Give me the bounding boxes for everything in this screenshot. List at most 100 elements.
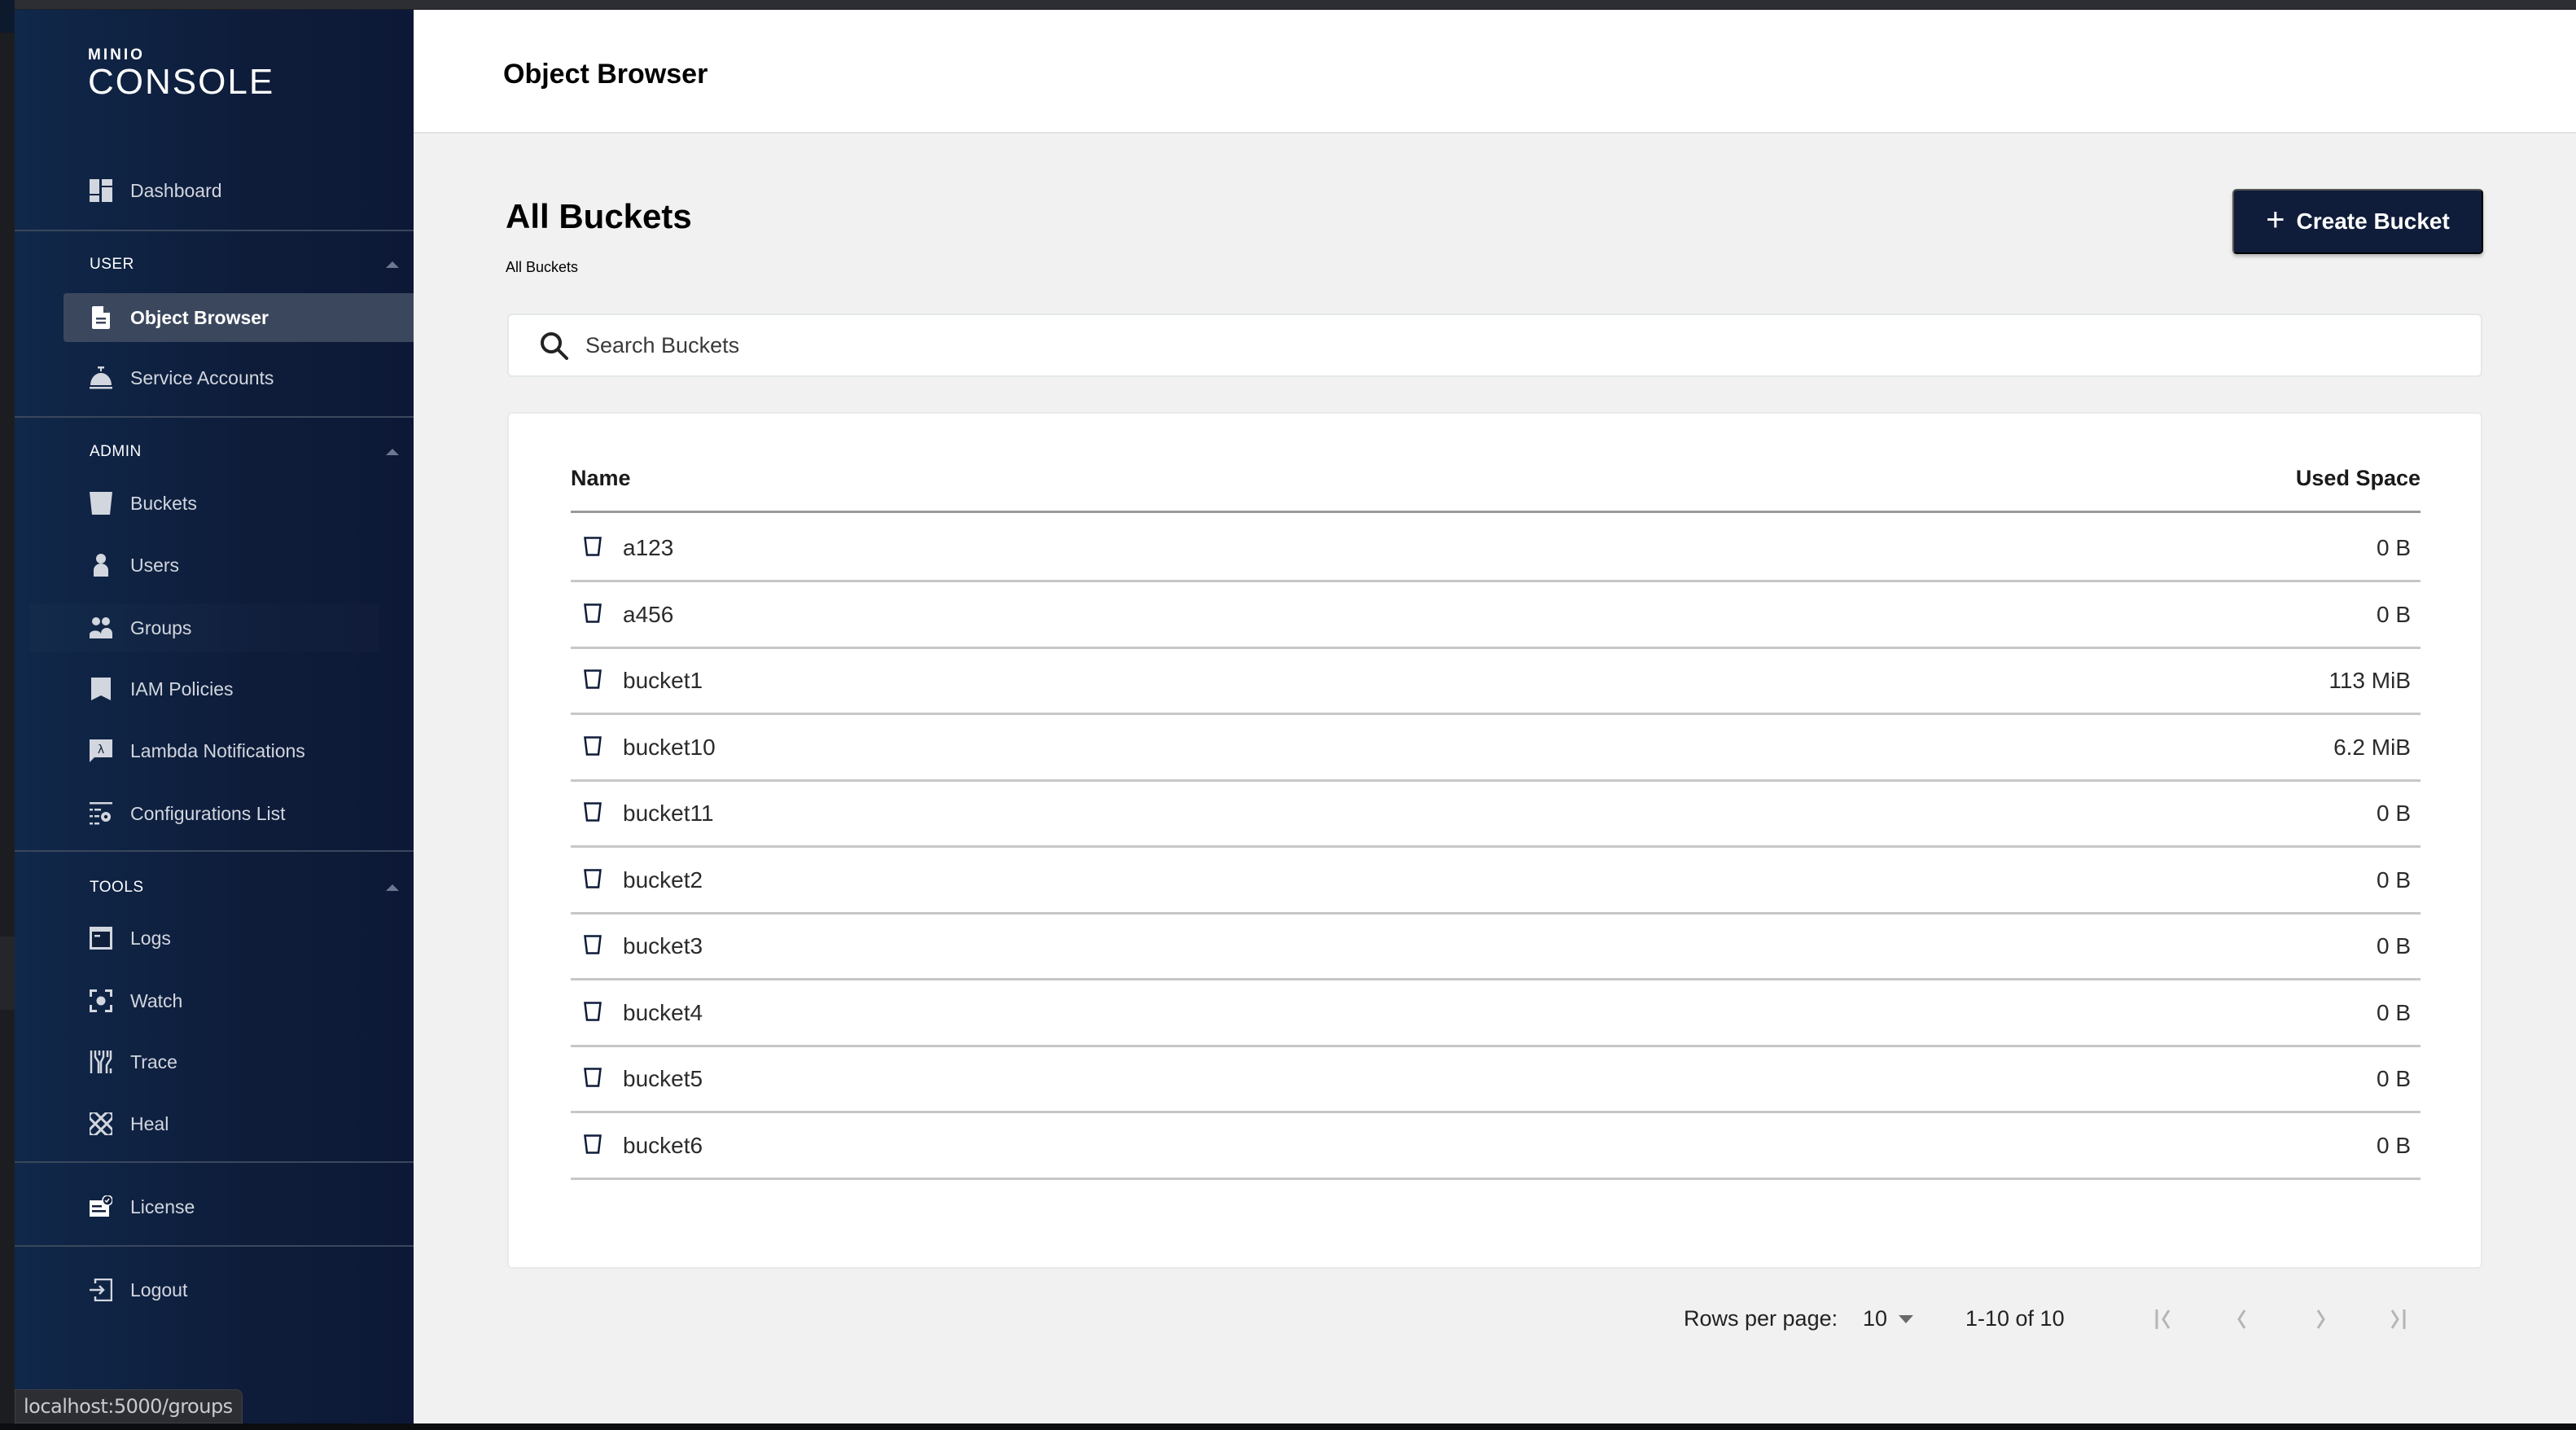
service-bell-icon <box>90 366 112 389</box>
section-toggle-user[interactable]: USER <box>90 252 399 277</box>
sidebar-divider <box>15 850 414 852</box>
table-row[interactable]: bucket1 113 MiB <box>571 648 2420 715</box>
sidebar-item-users[interactable]: Users <box>15 541 414 590</box>
next-page-button[interactable] <box>2302 1301 2338 1337</box>
logo-console-text: CONSOLE <box>88 62 275 102</box>
bucket-used-space: 0 B <box>2376 601 2411 627</box>
bucket-used-space: 0 B <box>2376 933 2411 958</box>
trace-icon <box>90 1051 112 1073</box>
lambda-icon: λ <box>90 739 112 762</box>
bucket-name: bucket10 <box>623 734 716 760</box>
rows-per-page-select[interactable]: 10 <box>1863 1306 1914 1331</box>
last-page-icon <box>2390 1309 2406 1329</box>
sidebar-item-heal[interactable]: Heal <box>15 1099 414 1148</box>
page-title: Object Browser <box>503 59 708 90</box>
sidebar-divider <box>15 1245 414 1247</box>
sidebar-item-configurations-list[interactable]: Configurations List <box>15 789 414 838</box>
sidebar-item-label: Buckets <box>130 492 197 514</box>
column-header-name[interactable]: Name <box>571 466 631 491</box>
table-row[interactable]: bucket11 0 B <box>571 781 2420 848</box>
bookmark-icon <box>90 678 112 700</box>
table-row[interactable]: bucket4 0 B <box>571 980 2420 1047</box>
rows-per-page-label: Rows per page: <box>1684 1306 1838 1331</box>
sidebar-item-label: Watch <box>130 989 183 1011</box>
last-page-button[interactable] <box>2379 1301 2415 1337</box>
dashboard-icon <box>90 179 112 202</box>
bucket-name: bucket2 <box>623 866 703 893</box>
sidebar-item-label: Logs <box>130 927 171 949</box>
table-header: Name Used Space <box>571 454 2420 513</box>
sidebar-item-groups[interactable]: Groups <box>29 603 379 652</box>
bucket-name: bucket5 <box>623 1066 703 1091</box>
bucket-name: bucket4 <box>623 999 703 1025</box>
plus-icon: + <box>2266 202 2285 238</box>
license-icon <box>90 1195 112 1218</box>
first-page-button[interactable] <box>2146 1301 2182 1337</box>
sidebar-item-label: License <box>130 1195 195 1217</box>
previous-page-button[interactable] <box>2224 1301 2260 1337</box>
chevron-left-icon <box>2237 1309 2246 1329</box>
table-row[interactable]: bucket10 6.2 MiB <box>571 715 2420 782</box>
sidebar-divider <box>15 230 414 231</box>
config-list-icon <box>90 802 112 825</box>
sidebar-item-watch[interactable]: Watch <box>15 976 414 1025</box>
sidebar-item-trace[interactable]: Trace <box>15 1037 414 1086</box>
section-toggle-admin[interactable]: ADMIN <box>90 440 399 464</box>
sidebar-item-lambda-notifications[interactable]: λ Lambda Notifications <box>15 726 414 775</box>
sidebar-item-logout[interactable]: Logout <box>15 1266 414 1314</box>
table-row[interactable]: bucket5 0 B <box>571 1046 2420 1113</box>
sidebar-item-label: IAM Policies <box>130 678 234 700</box>
sidebar-item-label: Trace <box>130 1051 177 1072</box>
user-icon <box>90 554 112 577</box>
collapse-caret-icon <box>386 261 399 268</box>
sidebar-item-label: Lambda Notifications <box>130 739 305 761</box>
minio-console-logo[interactable]: MINIO CONSOLE <box>88 47 274 101</box>
sidebar-item-label: Users <box>130 554 180 576</box>
bucket-icon <box>584 537 602 556</box>
dock-strip <box>0 1423 2576 1430</box>
bucket-name: bucket3 <box>623 933 703 958</box>
bucket-icon <box>90 492 112 515</box>
table-row[interactable]: a456 0 B <box>571 582 2420 649</box>
main-content: Object Browser All Buckets All Buckets +… <box>414 10 2576 1423</box>
sidebar-item-buckets[interactable]: Buckets <box>15 479 414 528</box>
sidebar-item-license[interactable]: License <box>15 1182 414 1231</box>
sidebar-item-label: Configurations List <box>130 802 286 824</box>
sidebar-item-iam-policies[interactable]: IAM Policies <box>15 665 414 713</box>
table-row[interactable]: bucket2 0 B <box>571 848 2420 915</box>
bucket-icon <box>584 1134 602 1154</box>
create-bucket-button[interactable]: + Create Bucket <box>2232 189 2483 254</box>
bucket-used-space: 0 B <box>2376 1132 2411 1158</box>
table-row[interactable]: bucket6 0 B <box>571 1113 2420 1180</box>
bucket-used-space: 113 MiB <box>2328 668 2411 693</box>
table-row[interactable]: a123 0 B <box>571 515 2420 582</box>
bucket-icon <box>584 802 602 822</box>
sidebar-item-service-accounts[interactable]: Service Accounts <box>15 353 414 402</box>
bucket-used-space: 6.2 MiB <box>2333 734 2411 760</box>
svg-text:λ: λ <box>98 744 104 757</box>
table-row[interactable]: bucket3 0 B <box>571 914 2420 980</box>
search-icon <box>540 331 569 361</box>
browser-top-bar <box>15 0 2576 10</box>
bucket-used-space: 0 B <box>2376 535 2411 560</box>
bucket-name: bucket6 <box>623 1132 703 1158</box>
collapse-caret-icon <box>386 884 399 891</box>
rows-per-page-value: 10 <box>1863 1306 1888 1331</box>
column-header-used-space[interactable]: Used Space <box>2296 466 2420 491</box>
search-input[interactable] <box>585 327 2458 364</box>
page-header: Object Browser <box>414 10 2576 134</box>
bucket-icon <box>584 868 602 888</box>
sidebar-item-label: Heal <box>130 1112 169 1134</box>
sidebar-item-object-browser[interactable]: Object Browser <box>64 293 414 342</box>
search-bar <box>507 314 2482 377</box>
sidebar-item-logs[interactable]: Logs <box>15 914 414 963</box>
section-toggle-tools[interactable]: TOOLS <box>90 875 399 900</box>
sidebar-item-label: Logout <box>130 1279 188 1301</box>
browser-status-url: localhost:5000/groups <box>15 1389 243 1423</box>
heal-icon <box>90 1112 112 1135</box>
sidebar-item-dashboard[interactable]: Dashboard <box>15 166 414 215</box>
bucket-icon <box>584 1001 602 1021</box>
watch-icon <box>90 989 112 1012</box>
breadcrumb: All Buckets <box>506 259 579 275</box>
sidebar: MINIO CONSOLE Dashboard USER Object Brow… <box>15 10 414 1423</box>
